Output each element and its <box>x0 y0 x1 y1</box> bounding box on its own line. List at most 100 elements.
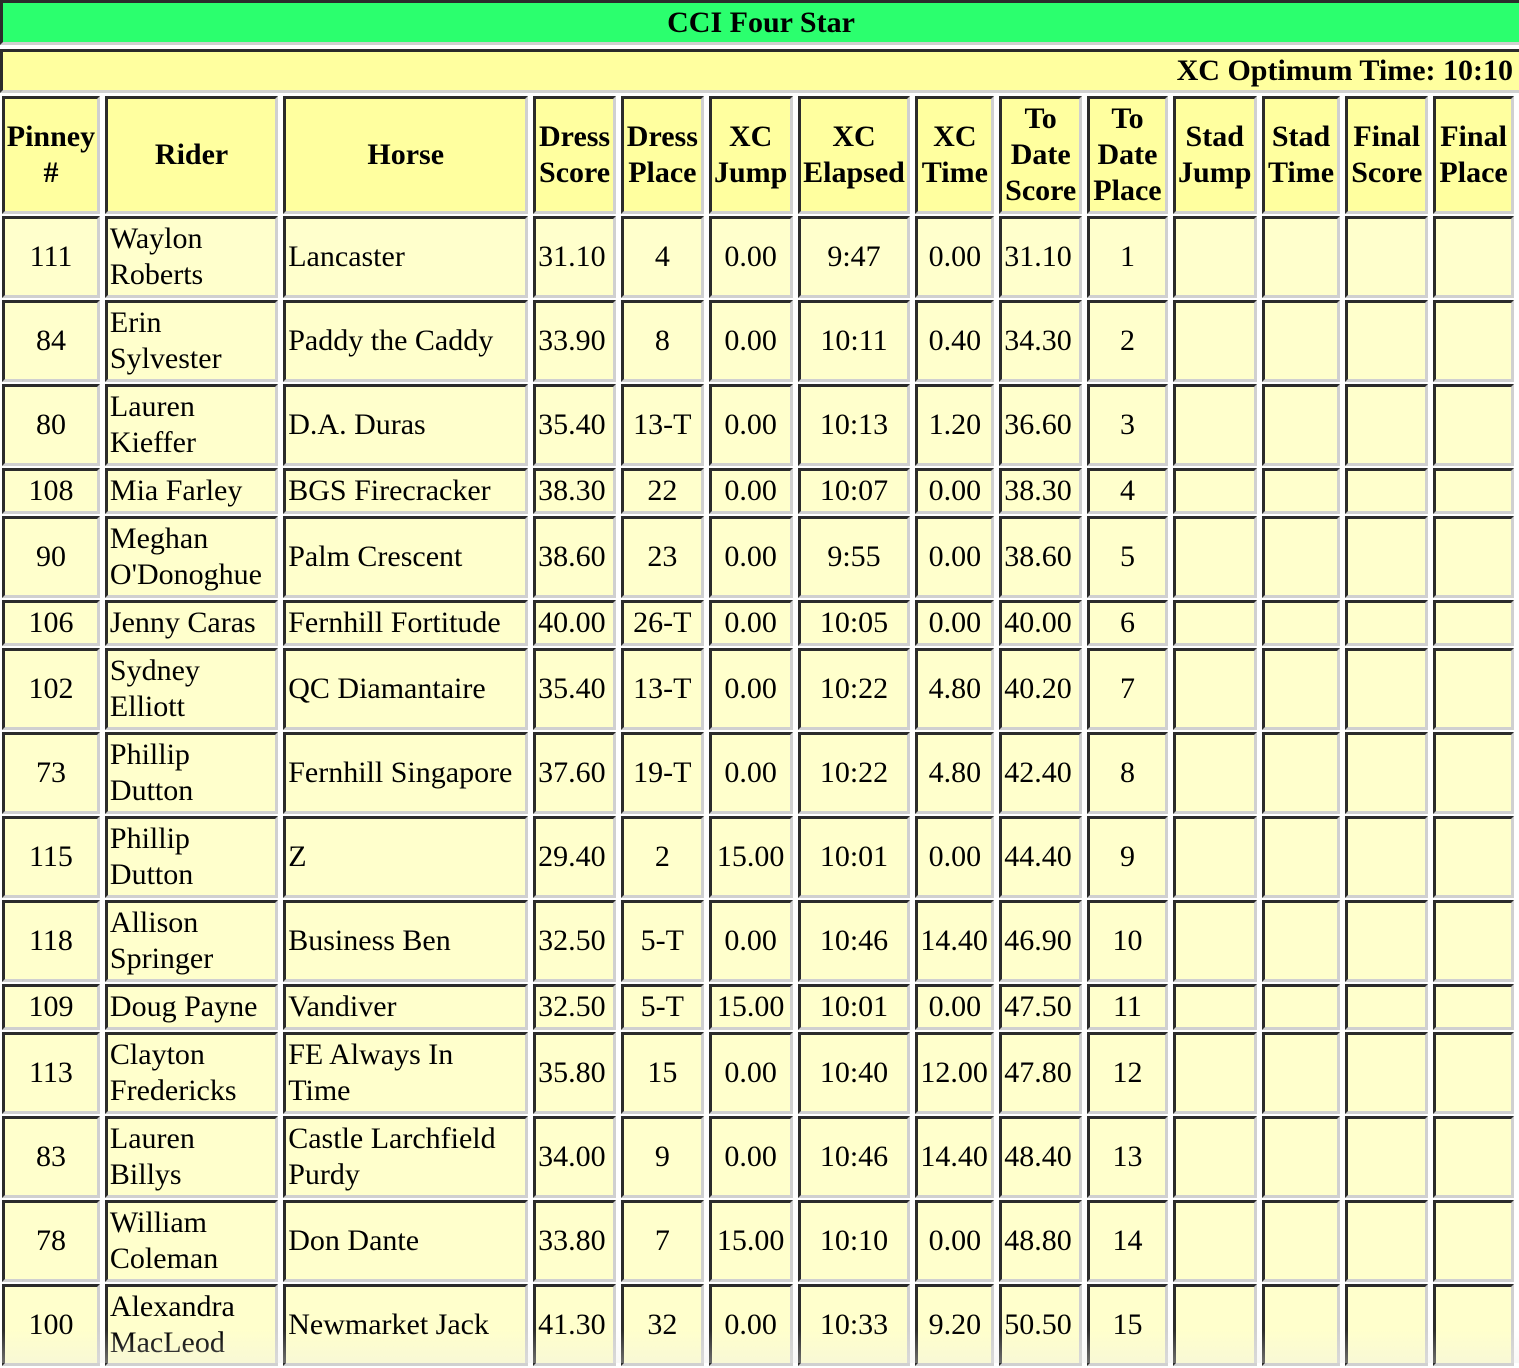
cell-stad-time <box>1261 984 1341 1030</box>
cell-horse: Lancaster <box>283 216 529 298</box>
cell-final-score <box>1345 1200 1429 1282</box>
cell-xc-jump: 0.00 <box>708 1032 793 1114</box>
cell-stad-jump <box>1172 600 1257 646</box>
cell-pinney: 106 <box>2 600 100 646</box>
cell-xc-elapsed: 10:05 <box>797 600 911 646</box>
table-row: 100 Alexandra MacLeod Newmarket Jack 41.30 32… <box>2 1284 1514 1366</box>
cell-to-date-place: 7 <box>1087 648 1168 730</box>
cell-pinney: 90 <box>2 516 100 598</box>
cell-dress-place: 8 <box>620 300 704 382</box>
cell-stad-jump <box>1172 900 1257 982</box>
cell-rider: Lauren Billys <box>104 1116 279 1198</box>
column-header-xc-jump: XC Jump <box>708 96 793 214</box>
cell-pinney: 109 <box>2 984 100 1030</box>
column-header-line: Jump <box>1178 156 1252 189</box>
cell-xc-time: 14.40 <box>915 1116 995 1198</box>
rider-name-line: Dutton <box>109 858 194 891</box>
cell-xc-elapsed: 9:55 <box>797 516 911 598</box>
rider-name-line: Roberts <box>109 258 204 291</box>
cell-xc-elapsed: 10:22 <box>797 732 911 814</box>
cell-dress-score: 38.60 <box>533 516 616 598</box>
cell-final-place <box>1433 648 1514 730</box>
column-header-line: Time <box>921 156 988 189</box>
cell-rider: Waylon Roberts <box>104 216 279 298</box>
cell-to-date-score: 42.40 <box>999 732 1083 814</box>
cell-final-score <box>1345 384 1429 466</box>
cell-pinney: 73 <box>2 732 100 814</box>
cell-rider: William Coleman <box>104 1200 279 1282</box>
horse-name-line: FE Always In <box>288 1038 454 1071</box>
cell-xc-jump: 15.00 <box>708 816 793 898</box>
cell-to-date-place: 4 <box>1087 468 1168 514</box>
cell-rider: Doug Payne <box>104 984 279 1030</box>
cell-stad-time <box>1261 300 1341 382</box>
cell-pinney: 111 <box>2 216 100 298</box>
rider-name-line: Fredericks <box>109 1074 237 1107</box>
table-row: 118 Allison Springer Business Ben 32.50 5-T 0.… <box>2 900 1514 982</box>
column-header-xc-time: XC Time <box>915 96 995 214</box>
cell-final-place <box>1433 384 1514 466</box>
results-body: 111 Waylon Roberts Lancaster 31.10 4 0.00 9:47 0… <box>2 216 1514 1366</box>
cell-pinney: 115 <box>2 816 100 898</box>
cell-final-score <box>1345 732 1429 814</box>
cell-final-score <box>1345 1284 1429 1366</box>
horse-name-line: Fernhill Singapore <box>288 756 513 789</box>
cell-stad-jump <box>1172 516 1257 598</box>
rider-name-line: Elliott <box>109 690 185 723</box>
rider-name-line: Lauren <box>109 390 195 423</box>
cell-stad-jump <box>1172 468 1257 514</box>
cell-dress-place: 13-T <box>620 648 704 730</box>
cell-xc-elapsed: 10:46 <box>797 1116 911 1198</box>
column-header-rider: Rider <box>104 96 279 214</box>
cell-final-score <box>1345 648 1429 730</box>
rider-name-line: Lauren <box>109 1122 195 1155</box>
cell-final-score <box>1345 900 1429 982</box>
cell-to-date-score: 44.40 <box>999 816 1083 898</box>
cell-xc-jump: 15.00 <box>708 1200 793 1282</box>
cell-xc-time: 4.80 <box>915 732 995 814</box>
cell-to-date-place: 9 <box>1087 816 1168 898</box>
rider-name-line: Dutton <box>109 774 194 807</box>
column-header-line: Stad <box>1271 120 1331 153</box>
cell-dress-place: 2 <box>620 816 704 898</box>
cell-xc-time: 0.00 <box>915 984 995 1030</box>
horse-name-line: Palm Crescent <box>288 540 463 573</box>
column-header-to-date-place: To Date Place <box>1087 96 1168 214</box>
column-header-line: Horse <box>367 138 445 171</box>
rider-name-line: O'Donoghue <box>109 558 262 591</box>
cell-xc-elapsed: 10:01 <box>797 984 911 1030</box>
results-table: Pinney # Rider Horse Dress Score Dress Place XC J… <box>0 94 1519 1368</box>
cell-pinney: 102 <box>2 648 100 730</box>
cell-final-place <box>1433 300 1514 382</box>
cell-xc-jump: 0.00 <box>708 1116 793 1198</box>
header-row: Pinney # Rider Horse Dress Score Dress Place XC J… <box>2 96 1514 214</box>
cell-dress-place: 7 <box>620 1200 704 1282</box>
column-header-stad-time: Stad Time <box>1261 96 1341 214</box>
cell-stad-time <box>1261 600 1341 646</box>
column-header-line: Place <box>628 156 697 189</box>
column-header-stad-jump: Stad Jump <box>1172 96 1257 214</box>
cell-final-place <box>1433 516 1514 598</box>
cell-stad-jump <box>1172 648 1257 730</box>
cell-dress-place: 4 <box>620 216 704 298</box>
cell-final-score <box>1345 1032 1429 1114</box>
cell-xc-jump: 0.00 <box>708 384 793 466</box>
column-header-line: Score <box>539 156 611 189</box>
cell-xc-time: 0.00 <box>915 600 995 646</box>
cell-xc-time: 0.00 <box>915 516 995 598</box>
cell-to-date-score: 48.80 <box>999 1200 1083 1282</box>
cell-stad-time <box>1261 516 1341 598</box>
rider-name-line: Erin <box>109 306 162 339</box>
rider-name-line: MacLeod <box>109 1326 225 1359</box>
cell-horse: BGS Firecracker <box>283 468 529 514</box>
cell-to-date-place: 14 <box>1087 1200 1168 1282</box>
cell-rider: Meghan O'Donoghue <box>104 516 279 598</box>
rider-name-line: Billys <box>109 1158 182 1191</box>
table-row: 84 Erin Sylvester Paddy the Caddy 33.90 8 0.00… <box>2 300 1514 382</box>
rider-name-line: Springer <box>109 942 214 975</box>
cell-final-place <box>1433 468 1514 514</box>
cell-stad-time <box>1261 900 1341 982</box>
rider-name-line: Clayton <box>109 1038 205 1071</box>
cell-to-date-place: 15 <box>1087 1284 1168 1366</box>
rider-name-line: Allison <box>109 906 199 939</box>
